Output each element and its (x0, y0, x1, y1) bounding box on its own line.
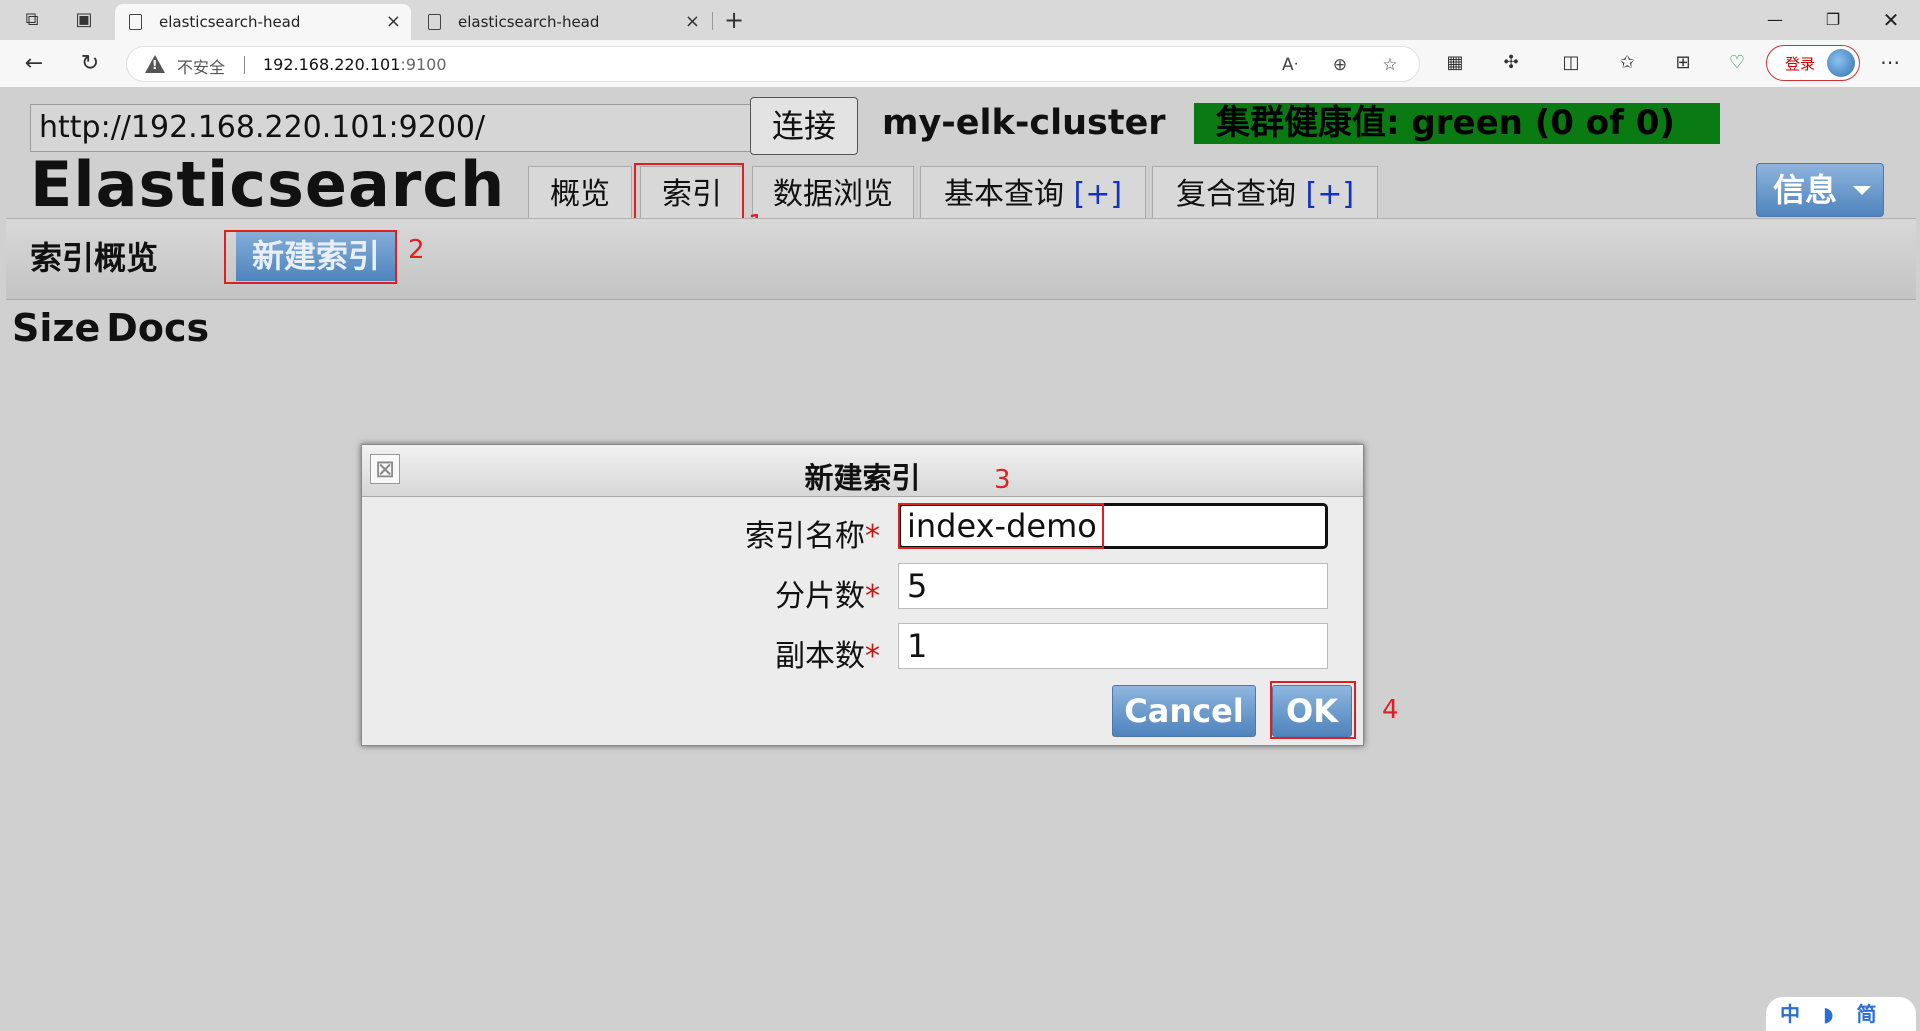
favorite-star-icon[interactable]: ☆ (1379, 54, 1401, 76)
index-columns-header: Size Docs (12, 306, 215, 350)
required-mark: * (865, 639, 880, 674)
close-window-icon[interactable]: ✕ (1876, 8, 1906, 32)
tab-basic-query[interactable]: 基本查询 [+] (920, 166, 1146, 218)
tab-actions-icon[interactable]: ▣ (72, 8, 96, 32)
shards-label: 分片数* (580, 571, 880, 615)
cancel-button[interactable]: Cancel (1112, 685, 1256, 737)
back-icon[interactable]: ← (20, 50, 48, 78)
login-label: 登录 (1785, 55, 1816, 73)
restore-icon[interactable]: ❐ (1818, 8, 1848, 32)
split-screen-icon[interactable]: ◫ (1558, 50, 1584, 76)
field-label: 索引名称 (745, 519, 865, 554)
browser-tab-bar: ⧉ ▣ elasticsearch-head × elasticsearch-h… (0, 0, 1920, 40)
page-icon (129, 14, 142, 30)
tab-divider (712, 12, 713, 30)
ime-status-bar[interactable]: 中 ◗ 简 👕 (1766, 997, 1916, 1031)
address-bar[interactable]: 不安全 192.168.220.101:9100 Aᐧ ⊕ ☆ (126, 46, 1420, 82)
avatar (1827, 49, 1855, 77)
url-port: :9100 (400, 55, 447, 74)
browser-essentials-icon[interactable]: ♡ (1724, 50, 1750, 76)
annotation-box-3 (898, 503, 1104, 549)
tab-title: elasticsearch-head (458, 13, 600, 31)
login-button[interactable]: 登录 (1766, 45, 1860, 81)
tab-compound-query[interactable]: 复合查询 [+] (1152, 166, 1378, 218)
dialog-title: 新建索引 (804, 461, 921, 495)
url-text[interactable]: 192.168.220.101:9100 (263, 55, 447, 74)
favorites-icon[interactable]: ✩ (1614, 50, 1640, 76)
browser-tab-2[interactable]: elasticsearch-head × (414, 4, 710, 40)
tab-plus[interactable]: [+] (1306, 177, 1355, 212)
cluster-url-input[interactable]: http://192.168.220.101:9200/ (30, 104, 752, 152)
replicas-label: 副本数* (580, 631, 880, 675)
annotation-box-2b (224, 230, 397, 284)
extensions-hub-icon[interactable]: ▦ (1442, 50, 1468, 76)
info-label: 信息 (1773, 171, 1838, 209)
url-host: 192.168.220.101 (263, 55, 401, 74)
read-aloud-icon[interactable]: Aᐧ (1279, 54, 1301, 76)
collections-icon[interactable]: ⊞ (1670, 50, 1696, 76)
caret-down-icon (1853, 186, 1871, 195)
tab-browser[interactable]: 数据浏览 (752, 166, 914, 218)
tab-title: elasticsearch-head (159, 13, 301, 31)
field-label: 副本数 (775, 639, 865, 674)
dialog-header: ⊠ 新建索引 (362, 445, 1363, 497)
refresh-icon[interactable]: ↻ (76, 50, 104, 78)
section-title: 索引概览 (30, 239, 159, 277)
column-size: Size (12, 306, 101, 350)
tab-label: 概览 (550, 177, 610, 212)
page-title: Elasticsearch (30, 148, 506, 221)
extensions-icon[interactable]: ✣ (1498, 50, 1524, 76)
new-index-dialog: ⊠ 新建索引 3 索引名称* index-demo 分片数* 5 副本数* 1 … (361, 444, 1399, 746)
required-mark: * (865, 579, 880, 614)
annotation-number-3: 3 (994, 465, 1011, 495)
more-menu-icon[interactable]: ⋯ (1880, 50, 1900, 74)
tab-label: 基本查询 (943, 177, 1064, 212)
annotation-number-4: 4 (1382, 695, 1399, 725)
tab-plus[interactable]: [+] (1074, 177, 1123, 212)
zoom-icon[interactable]: ⊕ (1329, 54, 1351, 76)
connect-button[interactable]: 连接 (750, 97, 858, 155)
es-header: http://192.168.220.101:9200/ 连接 my-elk-c… (6, 88, 1916, 240)
cluster-name: my-elk-cluster (882, 103, 1166, 143)
url-divider (244, 56, 245, 74)
replicas-input[interactable]: 1 (898, 623, 1328, 669)
workspaces-icon[interactable]: ⧉ (20, 8, 44, 32)
tab-label: 数据浏览 (773, 177, 893, 212)
minimize-icon[interactable]: — (1760, 8, 1790, 32)
warning-icon (145, 55, 165, 73)
tab-label: 复合查询 (1175, 177, 1296, 212)
security-label[interactable]: 不安全 (177, 54, 225, 78)
annotation-box-1 (634, 163, 744, 223)
tab-overview[interactable]: 概览 (528, 166, 632, 218)
tab-close-icon[interactable]: × (386, 4, 401, 40)
required-mark: * (865, 519, 880, 554)
annotation-number-2: 2 (408, 235, 425, 265)
column-docs: Docs (106, 306, 210, 350)
browser-tab-1[interactable]: elasticsearch-head × (115, 4, 411, 40)
new-tab-icon[interactable]: + (722, 8, 746, 32)
shards-input[interactable]: 5 (898, 563, 1328, 609)
page-icon (428, 14, 441, 30)
tab-close-icon[interactable]: × (685, 4, 700, 40)
index-name-label: 索引名称* (580, 511, 880, 555)
info-dropdown-button[interactable]: 信息 (1756, 163, 1884, 217)
field-label: 分片数 (775, 579, 865, 614)
annotation-box-4 (1270, 681, 1356, 739)
cluster-health-badge: 集群健康值: green (0 of 0) (1194, 103, 1720, 144)
